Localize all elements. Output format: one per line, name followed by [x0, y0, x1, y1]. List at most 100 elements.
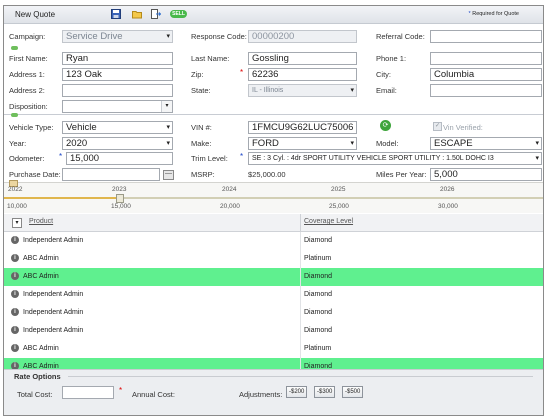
export-icon[interactable] — [151, 9, 161, 19]
vin-verified-checkbox: ✓ — [433, 122, 442, 131]
year-tick: 2025 — [331, 186, 346, 193]
section-toggle-icon[interactable] — [11, 46, 18, 50]
zip-required-star: * — [240, 68, 244, 77]
response-code-label: Response Code: — [191, 32, 247, 41]
quote-window: New Quote SELL * Required for Quote Camp… — [3, 5, 544, 416]
table-row[interactable]: i ABC Admin Platinum — [4, 340, 543, 359]
year-tick: 2022 — [8, 186, 23, 193]
rate-options-title: Rate Options — [14, 372, 61, 381]
filter-icon[interactable]: ▾ — [12, 218, 22, 228]
section-toggle-icon[interactable] — [11, 113, 18, 117]
coverage-cell: Platinum — [304, 255, 332, 262]
city-label: City: — [376, 70, 391, 79]
product-grid: ▾ Product Coverage Level i Independent Ad… — [4, 214, 543, 370]
term-mileage-slider[interactable]: 2022 2023 2024 2025 2026 10,000 15,000 2… — [4, 180, 543, 213]
adjust-300-button[interactable]: -$300 — [314, 386, 336, 398]
sell-icon[interactable]: SELL — [170, 10, 187, 18]
coverage-cell: Diamond — [304, 309, 333, 316]
info-icon[interactable]: i — [11, 308, 19, 316]
info-icon[interactable]: i — [11, 290, 19, 298]
vehicle-type-label: Vehicle Type: — [9, 123, 54, 132]
vin-decode-icon[interactable]: ⟳ — [380, 120, 391, 131]
first-name-field[interactable]: Ryan — [62, 52, 173, 65]
mileage-tick: 25,000 — [329, 203, 349, 210]
info-icon[interactable]: i — [11, 236, 19, 244]
disposition-label: Disposition: — [9, 102, 48, 111]
annual-cost-label: Annual Cost: — [132, 390, 175, 399]
table-row[interactable]: i Independent Admin Diamond — [4, 286, 543, 305]
trim-required-star: * — [240, 152, 244, 161]
coverage-column-header[interactable]: Coverage Level — [304, 218, 353, 225]
calendar-icon[interactable] — [163, 170, 174, 180]
table-row[interactable]: i ABC Admin Diamond — [4, 268, 543, 287]
disposition-select[interactable]: ▾ — [62, 100, 173, 113]
info-icon[interactable]: i — [11, 326, 19, 334]
adjust-200-button[interactable]: -$200 — [286, 386, 308, 398]
rate-options-panel: Rate Options Total Cost: * Annual Cost: … — [4, 369, 543, 415]
odometer-label: Odometer: — [9, 154, 45, 163]
product-cell: Independent Admin — [23, 237, 84, 244]
miles-per-year-label: Miles Per Year: — [376, 170, 427, 179]
coverage-cell: Diamond — [304, 273, 333, 280]
state-label: State: — [191, 86, 211, 95]
campaign-select: Service Drive ▾ — [62, 30, 173, 43]
total-cost-label: Total Cost: — [17, 390, 53, 399]
info-icon[interactable]: i — [11, 272, 19, 280]
product-column-header[interactable]: Product — [29, 218, 53, 225]
total-cost-field[interactable] — [62, 386, 114, 399]
coverage-cell: Diamond — [304, 237, 333, 244]
state-select[interactable]: IL - Illinois ▾ — [248, 84, 357, 97]
mileage-tick: 30,000 — [438, 203, 458, 210]
msrp-label: MSRP: — [191, 170, 215, 179]
miles-per-year-field[interactable]: 5,000 — [430, 168, 542, 181]
email-label: Email: — [376, 86, 397, 95]
email-field[interactable] — [430, 84, 542, 97]
odometer-field[interactable]: 15,000 — [66, 152, 173, 165]
last-name-field[interactable]: Gossling — [248, 52, 357, 65]
odometer-required-star: * — [59, 152, 63, 161]
last-name-label: Last Name: — [191, 54, 230, 63]
address1-field[interactable]: 123 Oak — [62, 68, 173, 81]
page-title: New Quote — [15, 10, 56, 19]
purchase-date-field[interactable] — [62, 168, 160, 181]
grid-header: ▾ Product Coverage Level — [4, 214, 543, 232]
info-icon[interactable]: i — [11, 254, 19, 262]
coverage-cell: Diamond — [304, 327, 333, 334]
header-bar: New Quote SELL * Required for Quote — [4, 6, 543, 24]
trim-level-select[interactable]: SE : 3 Cyl. : 4dr SPORT UTILITY VEHICLE … — [248, 152, 542, 165]
section-divider — [4, 114, 543, 115]
city-field[interactable]: Columbia — [430, 68, 542, 81]
first-name-label: First Name: — [9, 54, 48, 63]
year-tick: 2026 — [440, 186, 455, 193]
vehicle-type-select[interactable]: Vehicle ▾ — [62, 121, 173, 134]
zip-label: Zip: — [191, 70, 204, 79]
total-cost-required-star: * — [119, 386, 123, 395]
info-icon[interactable]: i — [11, 344, 19, 352]
save-icon[interactable] — [111, 9, 121, 19]
product-cell: ABC Admin — [23, 255, 59, 262]
folder-icon[interactable] — [132, 9, 142, 19]
table-row[interactable]: i Independent Admin Diamond — [4, 322, 543, 341]
coverage-cell: Platinum — [304, 345, 332, 352]
table-row[interactable]: i Independent Admin Diamond — [4, 304, 543, 323]
table-row[interactable]: i Independent Admin Diamond — [4, 232, 543, 251]
model-label: Model: — [376, 139, 399, 148]
address2-field[interactable] — [62, 84, 173, 97]
make-label: Make: — [191, 139, 212, 148]
table-row[interactable]: i ABC Admin Platinum — [4, 250, 543, 269]
zip-field[interactable]: 62236 — [248, 68, 357, 81]
year-tick: 2023 — [112, 186, 127, 193]
product-cell: ABC Admin — [23, 273, 59, 280]
phone1-field[interactable] — [430, 52, 542, 65]
mileage-tick: 20,000 — [220, 203, 240, 210]
trim-level-label: Trim Level: — [191, 154, 228, 163]
year-select[interactable]: 2020 ▾ — [62, 137, 173, 150]
model-select[interactable]: ESCAPE ▾ — [430, 137, 542, 150]
referral-code-field[interactable] — [430, 30, 542, 43]
msrp-value: $25,000.00 — [248, 170, 286, 179]
mileage-slider-thumb[interactable] — [116, 194, 124, 203]
mileage-tick: 10,000 — [7, 203, 27, 210]
adjust-500-button[interactable]: -$500 — [342, 386, 364, 398]
vin-field[interactable]: 1FMCU9G62LUC75006 — [248, 121, 357, 134]
make-select[interactable]: FORD ▾ — [248, 137, 357, 150]
